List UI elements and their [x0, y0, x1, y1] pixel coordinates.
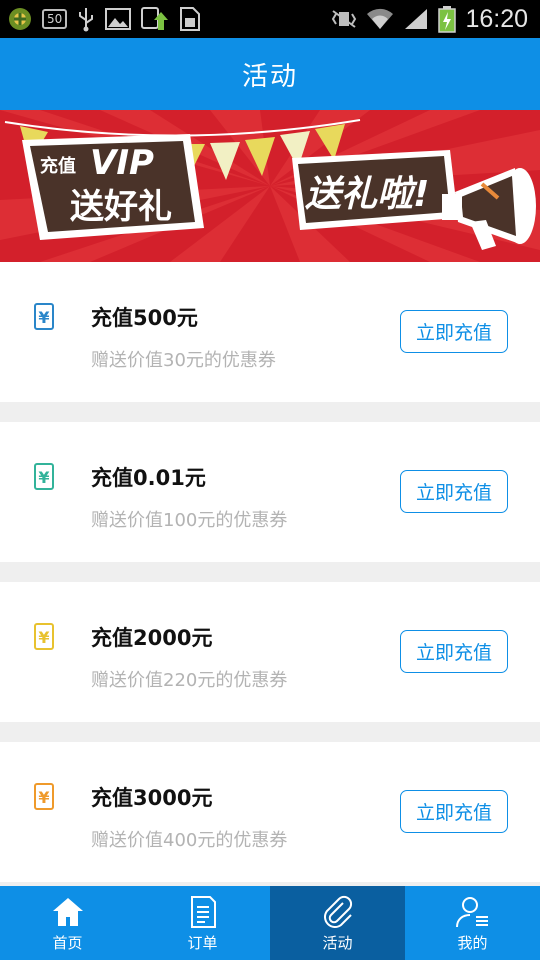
upload-icon	[141, 6, 169, 32]
bottom-tab-bar: 首页 订单 活动 我的	[0, 886, 540, 960]
banner-text-main: 送好礼	[70, 187, 172, 227]
status-left-icons: 50	[0, 6, 201, 32]
home-icon	[51, 894, 85, 930]
app-header: 活动	[0, 38, 540, 110]
order-icon	[189, 894, 217, 930]
offer-card-1: ¥ 充值500元 赠送价值30元的优惠券 立即充值	[0, 262, 540, 402]
yen-icon: ¥	[34, 303, 54, 330]
usb-icon	[77, 6, 95, 32]
yen-icon: ¥	[34, 623, 54, 650]
notification-badge: 50	[42, 9, 68, 29]
offer-title: 充值3000元	[91, 786, 213, 810]
svg-text:¥: ¥	[38, 468, 49, 487]
tab-label: 首页	[52, 934, 83, 952]
tab-label: 订单	[187, 934, 218, 952]
status-bar: 50 16:20	[0, 0, 540, 38]
offer-subtitle: 赠送价值100元的优惠券	[91, 510, 288, 531]
tab-orders[interactable]: 订单	[135, 886, 270, 960]
svg-text:¥: ¥	[38, 628, 49, 647]
recharge-button[interactable]: 立即充值	[400, 310, 508, 353]
svg-text:¥: ¥	[38, 308, 49, 327]
vibrate-icon	[331, 9, 357, 29]
tab-profile[interactable]: 我的	[405, 886, 540, 960]
app-icon	[8, 7, 32, 31]
tab-label: 我的	[457, 934, 488, 952]
offer-subtitle: 赠送价值30元的优惠券	[91, 350, 276, 371]
offer-subtitle: 赠送价值220元的优惠券	[91, 670, 288, 691]
signal-icon	[403, 7, 429, 31]
status-clock: 16:20	[465, 4, 528, 33]
offer-card-3: ¥ 充值2000元 赠送价值220元的优惠券 立即充值	[0, 582, 540, 722]
status-right-icons: 16:20	[331, 5, 540, 34]
yen-icon: ¥	[34, 783, 54, 810]
tab-home[interactable]: 首页	[0, 886, 135, 960]
banner-text-vip: VIP	[90, 143, 154, 183]
svg-text:¥: ¥	[38, 788, 49, 807]
recharge-button[interactable]: 立即充值	[400, 630, 508, 673]
yen-icon: ¥	[34, 463, 54, 490]
recharge-button[interactable]: 立即充值	[400, 470, 508, 513]
banner-text-small: 充值	[40, 155, 76, 177]
offer-title: 充值2000元	[91, 626, 213, 650]
banner-image: 充值 VIP 送好礼 送礼啦!	[0, 110, 540, 262]
recharge-button[interactable]: 立即充值	[400, 790, 508, 833]
page-title: 活动	[241, 61, 298, 92]
paperclip-icon	[321, 894, 355, 930]
sim-icon	[179, 6, 201, 32]
offer-title: 充值500元	[91, 306, 198, 330]
profile-icon	[455, 894, 491, 930]
offer-card-2: ¥ 充值0.01元 赠送价值100元的优惠券 立即充值	[0, 422, 540, 562]
battery-icon	[438, 5, 457, 33]
offer-title: 充值0.01元	[91, 466, 206, 490]
wifi-icon	[366, 7, 394, 31]
offer-subtitle: 赠送价值400元的优惠券	[91, 830, 288, 851]
tab-label: 活动	[322, 934, 353, 952]
image-icon	[105, 7, 132, 31]
promo-banner[interactable]: 充值 VIP 送好礼 送礼啦!	[0, 110, 540, 262]
banner-text-right: 送礼啦!	[305, 174, 429, 215]
tab-activity[interactable]: 活动	[270, 886, 405, 960]
offer-list: ¥ 充值500元 赠送价值30元的优惠券 立即充值 ¥ 充值0.01元 赠送价值…	[0, 262, 540, 902]
offer-card-4: ¥ 充值3000元 赠送价值400元的优惠券 立即充值	[0, 742, 540, 882]
